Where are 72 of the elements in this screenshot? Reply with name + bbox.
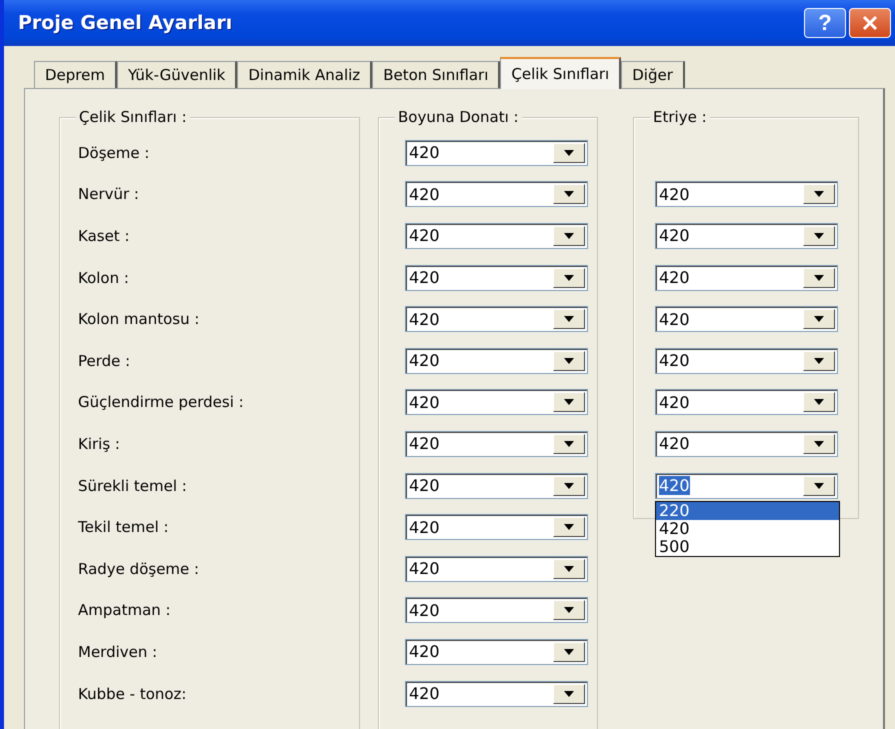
tab[interactable]: Diğer bbox=[621, 61, 685, 88]
row-label: Kolon mantosu : bbox=[78, 310, 200, 328]
window-title: Proje Genel Ayarları bbox=[18, 12, 234, 34]
row-label: Ampatman : bbox=[78, 601, 171, 620]
row-label: Güçlendirme perdesi : bbox=[78, 393, 244, 412]
dropdown-field[interactable]: 420 bbox=[405, 472, 588, 499]
dropdown-field[interactable]: 420 bbox=[405, 556, 588, 582]
dropdown-arrow-icon bbox=[814, 440, 824, 447]
dropdown-field[interactable]: 420 bbox=[655, 430, 838, 457]
tab[interactable]: Dinamik Analiz bbox=[237, 61, 372, 88]
tab[interactable]: Çelik Sınıfları bbox=[500, 57, 622, 89]
dropdown-field[interactable]: 420 bbox=[405, 389, 588, 416]
dropdown-field[interactable]: 420 bbox=[405, 348, 588, 374]
dropdown-arrow-icon bbox=[564, 399, 574, 406]
dropdown-field[interactable]: 420 bbox=[405, 140, 588, 166]
dropdown-field[interactable]: 420 bbox=[655, 181, 838, 208]
dropdown-field[interactable]: 420 bbox=[655, 472, 838, 499]
close-icon bbox=[862, 15, 878, 31]
dropdown-arrow-icon bbox=[564, 440, 574, 447]
dropdown-field[interactable]: 420 bbox=[655, 389, 838, 416]
tab[interactable]: Yük-Güvenlik bbox=[116, 61, 238, 88]
row-label: Kaset : bbox=[78, 226, 130, 245]
row-label: Tekil temel : bbox=[78, 518, 169, 536]
tab[interactable]: Deprem bbox=[34, 61, 117, 88]
group-title: Etriye : bbox=[650, 108, 710, 126]
row-label: Perde : bbox=[78, 352, 130, 370]
row-label: Sürekli temel : bbox=[78, 476, 187, 495]
dropdown-field[interactable]: 420 bbox=[655, 222, 838, 249]
dropdown-arrow-icon bbox=[564, 690, 574, 697]
dropdown-arrow-icon bbox=[564, 191, 574, 198]
dropdown-arrow-icon bbox=[814, 399, 824, 406]
row-label: Radye döşeme : bbox=[78, 560, 200, 578]
group-title: Boyuna Donatı : bbox=[395, 108, 522, 126]
dropdown-field[interactable]: 420 bbox=[405, 514, 588, 540]
dropdown-arrow-icon bbox=[814, 232, 824, 239]
dropdown-option[interactable]: 220 bbox=[656, 502, 839, 520]
dropdown-arrow-icon bbox=[564, 274, 574, 281]
dropdown-arrow-icon bbox=[564, 607, 574, 614]
dropdown-arrow-icon bbox=[564, 482, 574, 489]
row-label: Kolon : bbox=[78, 268, 129, 287]
dropdown-field[interactable]: 420 bbox=[405, 181, 588, 208]
dropdown-field[interactable]: 420 bbox=[405, 430, 588, 457]
row-label: Merdiven : bbox=[78, 642, 158, 661]
dropdown-arrow-icon bbox=[564, 524, 574, 530]
dropdown-arrow-icon bbox=[814, 191, 824, 198]
close-button[interactable] bbox=[849, 8, 891, 38]
group-title: Çelik Sınıfları : bbox=[76, 108, 190, 126]
dropdown-arrow-icon bbox=[564, 566, 574, 572]
dropdown-arrow-icon bbox=[814, 482, 824, 489]
dropdown-arrow-icon bbox=[564, 232, 574, 239]
row-label: Kiriş : bbox=[78, 434, 120, 453]
dropdown-arrow-icon bbox=[564, 150, 574, 156]
row-label: Kubbe - tonoz: bbox=[78, 684, 186, 703]
dropdown-field[interactable]: 420 bbox=[405, 680, 588, 707]
dropdown-field[interactable]: 420 bbox=[405, 222, 588, 249]
dropdown-arrow-icon bbox=[564, 358, 574, 364]
dropdown-field[interactable]: 420 bbox=[655, 306, 838, 332]
dropdown-arrow-icon bbox=[814, 358, 824, 364]
dropdown-field[interactable]: 420 bbox=[655, 264, 838, 291]
dropdown-arrow-icon bbox=[814, 274, 824, 281]
help-button[interactable]: ? bbox=[804, 8, 846, 38]
dropdown-field[interactable]: 420 bbox=[405, 264, 588, 291]
tab[interactable]: Beton Sınıfları bbox=[372, 61, 500, 88]
dropdown-field[interactable]: 420 bbox=[405, 597, 588, 624]
dropdown-arrow-icon bbox=[564, 316, 574, 322]
row-label: Döşeme : bbox=[78, 144, 150, 162]
dropdown-field[interactable]: 420 bbox=[405, 638, 588, 665]
dropdown-arrow-icon bbox=[564, 648, 574, 655]
dropdown-field[interactable]: 420 bbox=[655, 348, 838, 374]
dropdown-field[interactable]: 420 bbox=[405, 306, 588, 332]
dropdown-arrow-icon bbox=[814, 316, 824, 322]
row-label: Nervür : bbox=[78, 185, 139, 204]
